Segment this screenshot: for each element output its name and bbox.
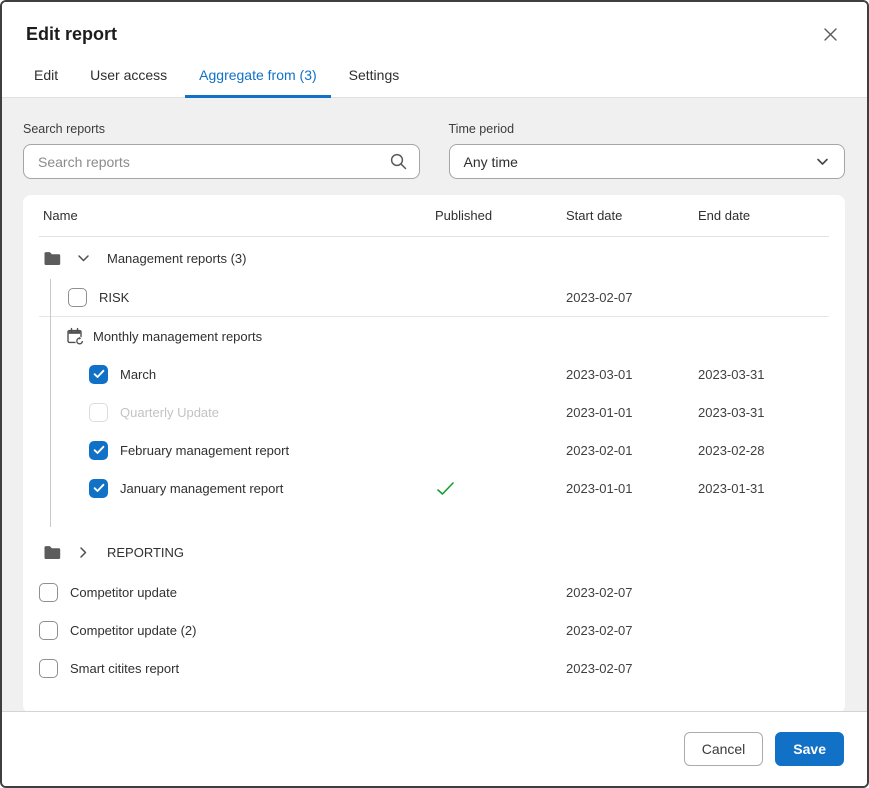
- tree-row-folder: REPORTING: [39, 531, 829, 573]
- column-header-published: Published: [435, 208, 493, 223]
- dialog-title: Edit report: [26, 24, 118, 44]
- folder-icon: [43, 544, 62, 561]
- table-row: RISK 2023-02-07: [39, 279, 829, 317]
- report-label: February management report: [120, 442, 290, 458]
- report-label: March: [120, 366, 157, 382]
- report-checkbox: [89, 402, 108, 422]
- search-icon: [389, 152, 408, 171]
- close-icon: [822, 28, 839, 46]
- start-date-cell: 2023-02-07: [566, 584, 633, 600]
- table-row: January management report 2023-01-01 2023-…: [39, 469, 829, 507]
- collapse-chevron-icon[interactable]: [74, 249, 93, 268]
- report-tree: Management reports (3) RISK 2023-02-07 Mont…: [39, 237, 829, 687]
- start-date-cell: 2023-03-01: [566, 366, 633, 382]
- start-date-cell: 2023-01-01: [566, 480, 633, 496]
- report-label: RISK: [99, 290, 130, 305]
- dialog-body: Search reports Time period Any time: [2, 98, 867, 711]
- start-date-cell: 2023-02-07: [566, 290, 633, 305]
- report-label: Smart citites report: [70, 660, 180, 676]
- report-checkbox[interactable]: [68, 288, 87, 307]
- table-row: March 2023-03-01 2023-03-31: [39, 355, 829, 393]
- time-period-value: Any time: [463, 153, 518, 170]
- time-period-select[interactable]: Any time: [448, 144, 845, 179]
- report-label: Competitor update (2): [70, 622, 197, 638]
- tab-settings[interactable]: Settings: [335, 61, 414, 98]
- cancel-button[interactable]: Cancel: [683, 732, 764, 766]
- column-header-start-date: Start date: [566, 208, 623, 223]
- edit-report-dialog: Edit report Edit User access Aggregate f…: [0, 0, 869, 788]
- end-date-cell: 2023-03-31: [698, 366, 765, 382]
- report-label: January management report: [120, 480, 284, 496]
- table-row: Competitor update 2023-02-07: [39, 573, 829, 611]
- search-input[interactable]: [23, 144, 420, 179]
- published-check-icon: [435, 480, 566, 497]
- table-row: Competitor update (2) 2023-02-07: [39, 611, 829, 649]
- column-header-name: Name: [43, 208, 78, 223]
- chevron-down-icon: [815, 154, 830, 169]
- end-date-cell: 2023-02-28: [698, 442, 765, 458]
- report-label: Quarterly Update: [120, 404, 219, 420]
- start-date-cell: 2023-01-01: [566, 404, 633, 420]
- filters-row: Search reports Time period Any time: [23, 122, 845, 179]
- report-label: Competitor update: [70, 584, 177, 600]
- reports-table-card: Name Published Start date End date Manag…: [23, 195, 845, 711]
- dialog-header: Edit report Edit User access Aggregate f…: [2, 2, 867, 98]
- dialog-footer: Cancel Save: [2, 711, 867, 786]
- tab-bar: Edit User access Aggregate from (3) Sett…: [2, 61, 867, 98]
- report-checkbox[interactable]: [89, 440, 108, 460]
- tree-row-group: Monthly management reports: [39, 317, 829, 355]
- column-header-end-date: End date: [698, 208, 751, 223]
- start-date-cell: 2023-02-07: [566, 660, 633, 676]
- expand-chevron-icon[interactable]: [74, 543, 93, 562]
- report-checkbox[interactable]: [39, 620, 58, 640]
- time-period-label: Time period: [448, 122, 515, 136]
- start-date-cell: 2023-02-01: [566, 442, 633, 458]
- close-button[interactable]: [818, 22, 843, 47]
- tree-children-group: RISK 2023-02-07 Monthly management reports…: [39, 279, 829, 527]
- start-date-cell: 2023-02-07: [566, 622, 633, 638]
- save-button[interactable]: Save: [775, 732, 844, 766]
- tab-aggregate-from[interactable]: Aggregate from (3): [185, 61, 331, 98]
- table-row: Smart citites report 2023-02-07: [39, 649, 829, 687]
- table-header: Name Published Start date End date: [39, 195, 829, 237]
- search-reports-label: Search reports: [23, 122, 105, 136]
- table-row: February management report 2023-02-01 2023…: [39, 431, 829, 469]
- folder-label: Management reports (3): [107, 250, 247, 266]
- tab-edit[interactable]: Edit: [20, 61, 72, 98]
- end-date-cell: 2023-01-31: [698, 480, 765, 496]
- end-date-cell: 2023-03-31: [698, 404, 765, 420]
- recurring-calendar-icon: [66, 327, 85, 346]
- report-checkbox[interactable]: [89, 364, 108, 384]
- report-checkbox[interactable]: [39, 658, 58, 678]
- tree-row-folder: Management reports (3): [39, 237, 829, 279]
- report-checkbox[interactable]: [89, 478, 108, 498]
- table-row: Quarterly Update 2023-01-01 2023-03-31: [39, 393, 829, 431]
- folder-icon: [43, 250, 62, 267]
- group-label: Monthly management reports: [93, 328, 263, 344]
- folder-label: REPORTING: [107, 544, 185, 560]
- tab-user-access[interactable]: User access: [76, 61, 181, 98]
- report-checkbox[interactable]: [39, 582, 58, 602]
